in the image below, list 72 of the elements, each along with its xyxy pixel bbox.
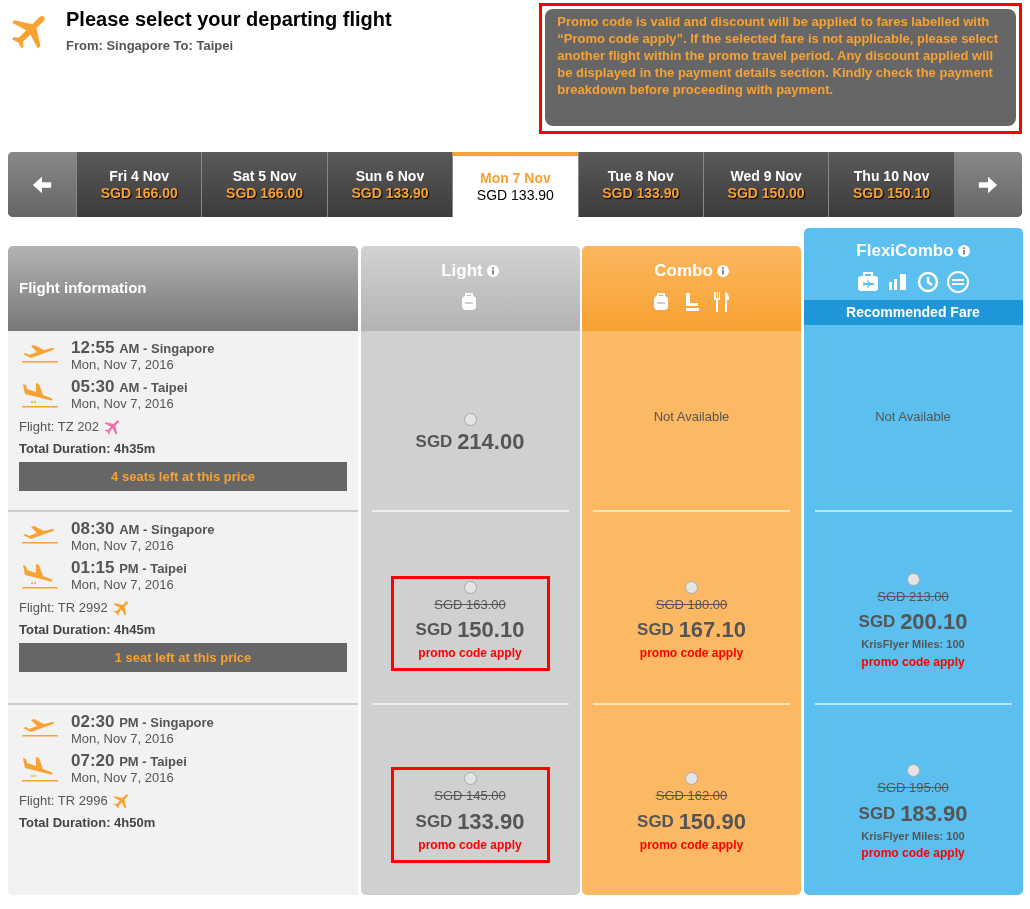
column-title: Light bbox=[441, 260, 483, 282]
fare-price: SGD 183.90 bbox=[858, 801, 968, 828]
radio-button[interactable] bbox=[463, 772, 477, 786]
original-price: SGD 162.00 bbox=[655, 787, 728, 806]
next-arrow-button[interactable] bbox=[953, 152, 1022, 217]
fare-price: SGD 150.10 bbox=[415, 618, 525, 645]
radio-button[interactable] bbox=[463, 580, 477, 594]
column-title: Combo bbox=[654, 260, 713, 282]
original-price: SGD 145.00 bbox=[434, 787, 506, 806]
promo-label: promo code apply bbox=[861, 845, 965, 862]
promo-notice: Promo code is valid and discount will be applied to fares labelled with “Promo code apply”. If the selected fare is not applicable, please select another flight within the promo travel period. Any discount applied will be displayed in the payment details section. Kindly check the payment breakdown before proceeding with payment. bbox=[545, 9, 1016, 126]
flight-number: Flight: TZ 202 bbox=[19, 418, 99, 437]
unavailable-text: Not Available bbox=[653, 407, 730, 426]
miles-text: KrisFlyer Miles: 100 bbox=[861, 637, 965, 652]
original-price: SGD 180.00 bbox=[655, 595, 728, 614]
fare-price: SGD 133.90 bbox=[415, 809, 525, 836]
page-title: Please select your departing flight bbox=[66, 8, 392, 30]
date-text: Mon, Nov 7, 2016 bbox=[71, 357, 175, 372]
radio-button[interactable] bbox=[906, 572, 920, 586]
duration-text: Total Duration: 4h50m bbox=[19, 814, 157, 832]
radio-button[interactable] bbox=[463, 413, 477, 426]
date-text: Mon, Nov 7, 2016 bbox=[71, 731, 175, 746]
miles-text: KrisFlyer Miles: 100 bbox=[861, 828, 965, 844]
promo-label: promo code apply bbox=[418, 645, 522, 663]
column-header: Flight information bbox=[8, 246, 358, 331]
info-icon bbox=[957, 244, 970, 257]
time-text: 12:55 AM - Singapore bbox=[71, 339, 215, 357]
column-title: FlexiCombo bbox=[856, 240, 954, 262]
radio-button[interactable] bbox=[906, 764, 920, 777]
date-tab[interactable]: Mon 7 Nov SGD 133.90 bbox=[452, 152, 578, 217]
radio-button[interactable] bbox=[685, 772, 698, 786]
date-text: Mon, Nov 7, 2016 bbox=[71, 770, 175, 785]
date-tab[interactable]: Wed 9 Nov SGD 150.00 bbox=[702, 152, 829, 217]
promo-label: promo code apply bbox=[418, 836, 522, 854]
duration-text: Total Duration: 4h45m bbox=[19, 621, 157, 639]
route-text: From: Singapore To: Taipei bbox=[66, 37, 235, 55]
date-text: Mon, Nov 7, 2016 bbox=[71, 577, 175, 592]
original-price: SGD 195.00 bbox=[877, 779, 949, 797]
date-tab[interactable]: Fri 4 Nov SGD 166.00 bbox=[76, 152, 202, 217]
fare-price: SGD 150.90 bbox=[637, 809, 746, 836]
badge-icon bbox=[946, 269, 970, 294]
promo-label: promo code apply bbox=[639, 836, 744, 854]
info-icon bbox=[716, 264, 729, 277]
recommended-banner: Recommended Fare bbox=[803, 300, 1023, 325]
seats-notice: 4 seats left at this price bbox=[19, 461, 347, 491]
original-price: SGD 213.00 bbox=[877, 587, 949, 606]
time-text: 05:30 AM - Taipei bbox=[71, 378, 188, 396]
date-text: Mon, Nov 7, 2016 bbox=[71, 396, 175, 411]
time-text: 07:20 PM - Taipei bbox=[71, 752, 187, 770]
duration-text: Total Duration: 4h35m bbox=[19, 440, 157, 458]
info-icon bbox=[486, 264, 499, 277]
time-text: 02:30 PM - Singapore bbox=[71, 713, 214, 731]
date-tab[interactable]: Sat 5 Nov SGD 166.00 bbox=[201, 152, 327, 217]
fare-price: SGD 167.10 bbox=[637, 618, 746, 645]
promo-label: promo code apply bbox=[639, 645, 744, 663]
previous-arrow-button[interactable] bbox=[8, 152, 76, 217]
promo-label: promo code apply bbox=[861, 653, 965, 671]
radio-button[interactable] bbox=[685, 580, 698, 594]
fare-price: SGD 200.10 bbox=[858, 610, 968, 636]
suitcase-icon bbox=[856, 269, 880, 294]
fare-price: SGD 214.00 bbox=[415, 430, 525, 456]
date-tab[interactable]: Tue 8 Nov SGD 133.90 bbox=[577, 152, 703, 217]
original-price: SGD 163.00 bbox=[434, 595, 506, 614]
unavailable-text: Not Available bbox=[875, 407, 951, 426]
time-text: 01:15 PM - Taipei bbox=[71, 559, 187, 577]
time-text: 08:30 AM - Singapore bbox=[71, 520, 215, 538]
clock-icon bbox=[916, 269, 940, 294]
date-text: Mon, Nov 7, 2016 bbox=[71, 538, 175, 553]
seats-notice: 1 seat left at this price bbox=[19, 642, 347, 672]
flight-number: Flight: TR 2992 bbox=[19, 599, 108, 618]
flight-number: Flight: TR 2996 bbox=[19, 792, 108, 811]
date-tab[interactable]: Thu 10 Nov SGD 150.10 bbox=[828, 152, 954, 217]
